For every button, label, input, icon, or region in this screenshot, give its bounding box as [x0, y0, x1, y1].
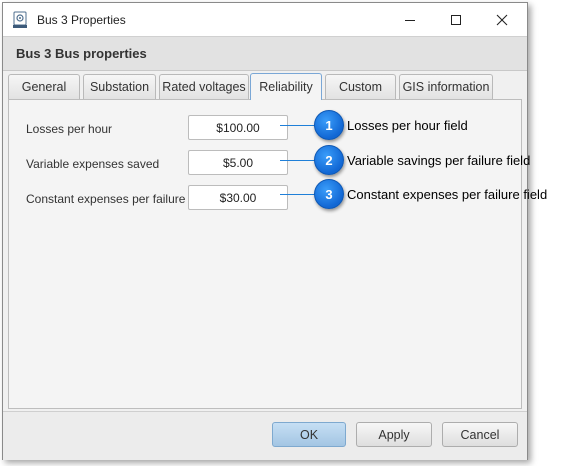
losses-per-hour-field[interactable]	[188, 115, 288, 140]
properties-window: Bus 3 Properties Bus 3 Bus properties Ge…	[2, 2, 528, 460]
callout-1-text: Losses per hour field	[347, 118, 468, 133]
tab-label: Reliability	[259, 80, 313, 94]
window-title: Bus 3 Properties	[37, 13, 126, 27]
dialog-header-title: Bus 3 Bus properties	[16, 46, 147, 61]
tab-general[interactable]: General	[8, 74, 80, 99]
cancel-button[interactable]: Cancel	[442, 422, 518, 447]
minimize-button[interactable]	[387, 3, 433, 36]
maximize-icon	[451, 14, 461, 25]
tab-label: Custom	[338, 80, 383, 94]
constant-expenses-label: Constant expenses per failure	[26, 192, 186, 206]
minimize-icon	[405, 19, 415, 21]
cancel-button-label: Cancel	[460, 427, 500, 442]
tab-rated-voltages[interactable]: Rated voltages	[159, 74, 249, 99]
dialog-header: Bus 3 Bus properties	[3, 36, 527, 71]
callout-2-badge: 2	[314, 145, 344, 175]
callout-1-badge: 1	[314, 110, 344, 140]
losses-per-hour-label: Losses per hour	[26, 122, 113, 136]
tab-gis-information[interactable]: GIS information	[399, 74, 493, 99]
apply-button-label: Apply	[378, 427, 410, 442]
tab-label: GIS information	[402, 80, 490, 94]
ok-button-label: OK	[299, 427, 319, 442]
callout-3-number: 3	[325, 186, 333, 202]
reliability-panel: Losses per hour Variable expenses saved …	[8, 99, 522, 409]
variable-expenses-saved-field[interactable]	[188, 150, 288, 175]
callout-2-number: 2	[325, 152, 333, 168]
tab-substation[interactable]: Substation	[83, 74, 156, 99]
callout-3-text: Constant expenses per failure field	[347, 187, 548, 202]
maximize-button[interactable]	[433, 3, 479, 36]
constant-expenses-field[interactable]	[188, 185, 288, 210]
tab-label: Rated voltages	[162, 80, 246, 94]
app-icon	[11, 11, 29, 29]
tab-custom[interactable]: Custom	[325, 74, 396, 99]
tab-label: General	[21, 80, 67, 94]
close-button[interactable]	[479, 3, 525, 36]
close-icon	[496, 14, 508, 25]
variable-expenses-saved-label: Variable expenses saved	[26, 157, 160, 171]
tab-reliability[interactable]: Reliability	[250, 73, 322, 100]
callout-1-number: 1	[325, 117, 333, 133]
callout-2-text: Variable savings per failure field	[347, 153, 531, 168]
title-bar[interactable]: Bus 3 Properties	[3, 3, 527, 36]
ok-button[interactable]: OK	[272, 422, 346, 447]
tab-label: Substation	[89, 80, 150, 94]
apply-button[interactable]: Apply	[356, 422, 432, 447]
callout-3-badge: 3	[314, 179, 344, 209]
